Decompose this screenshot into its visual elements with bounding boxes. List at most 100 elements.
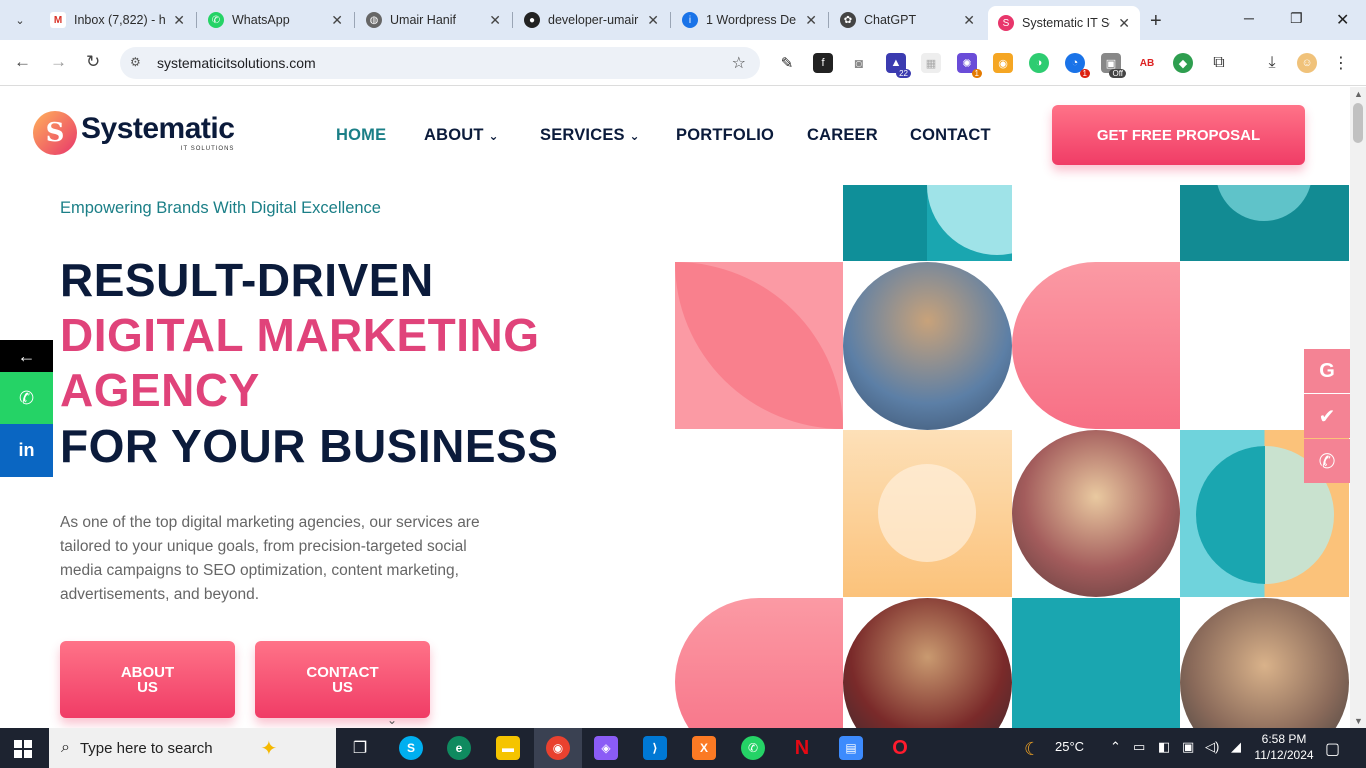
reload-icon[interactable]: ↻ [86, 52, 100, 72]
tab-github[interactable]: ● developer-umair ✕ [514, 6, 669, 34]
scrollbar-thumb[interactable] [1353, 103, 1363, 143]
web-page: S Systematic IT SOLUTIONS HOME ABOUT ⌄ S… [0, 87, 1350, 728]
tab-umair-hanif[interactable]: ◍ Umair Hanif ✕ [356, 6, 511, 34]
task-view-icon[interactable]: ❐ [348, 736, 372, 760]
grid-ext-icon[interactable]: ▦ [921, 53, 941, 73]
close-icon[interactable]: ✕ [331, 12, 343, 29]
vscode-icon[interactable]: ⟩ [643, 736, 667, 760]
tray-chevron-icon[interactable]: ⌃ [1110, 739, 1121, 755]
whatsapp-share-icon[interactable]: ✆ [0, 372, 53, 424]
close-icon[interactable]: ✕ [489, 12, 501, 29]
windows-start-icon[interactable] [14, 740, 32, 758]
off-ext-icon[interactable]: ▣ Off [1101, 53, 1126, 78]
new-tab-plus-icon[interactable]: + [1150, 10, 1162, 33]
red-badge-ext-icon[interactable]: ◔ 1 [1065, 53, 1090, 78]
photo-woman-tablet [1012, 430, 1180, 597]
download-icon[interactable]: ⤓ [1262, 53, 1282, 73]
restore-icon[interactable]: ❐ [1290, 10, 1303, 27]
close-icon[interactable]: ✕ [963, 12, 975, 29]
notifications-icon[interactable]: ▢ [1325, 739, 1340, 759]
site-settings-icon[interactable]: ⚙ [130, 55, 141, 69]
globe-icon: ◍ [366, 12, 382, 28]
tab-systematic[interactable]: S Systematic IT So ✕ [988, 6, 1140, 40]
camera-icon[interactable]: ◙ [849, 53, 869, 73]
taskbar-search[interactable]: ⌕ Type here to search ✦ [49, 728, 336, 768]
clock-date: 11/12/2024 [1254, 748, 1314, 762]
puzzle-extensions-icon[interactable]: ⧉ [1209, 53, 1229, 73]
eyedropper-icon[interactable]: ✎ [777, 53, 797, 73]
whatsapp-app-icon[interactable]: ✆ [741, 736, 765, 760]
font-ext-icon[interactable]: f [813, 53, 833, 73]
nav-services[interactable]: SERVICES ⌄ [540, 126, 640, 145]
phone-icon[interactable]: ✆ [1304, 439, 1350, 483]
meet-icon[interactable]: ◧ [1158, 739, 1170, 755]
hero-tagline: Empowering Brands With Digital Excellenc… [60, 199, 381, 217]
kebab-menu-icon[interactable]: ⋮ [1331, 53, 1351, 73]
edge-icon[interactable]: e [447, 736, 471, 760]
page-scrollbar[interactable]: ▲ ▼ [1350, 87, 1366, 728]
url-text[interactable]: systematicitsolutions.com [157, 55, 316, 71]
scroll-down-chevron-icon[interactable]: ⌄ [387, 713, 397, 727]
close-icon[interactable]: ✕ [1118, 15, 1130, 32]
nav-career[interactable]: CAREER [807, 126, 878, 145]
google-review-icon[interactable]: G [1304, 349, 1350, 393]
clipboard-check-icon[interactable]: ✔ [1304, 394, 1350, 438]
skype-icon[interactable]: S [399, 736, 423, 760]
battery-icon[interactable]: ▭ [1133, 739, 1145, 755]
weather-temp[interactable]: 25°C [1055, 739, 1084, 754]
bookmark-star-icon[interactable]: ☆ [732, 53, 746, 73]
spark-ext-icon[interactable]: ✺ 1 [957, 53, 982, 78]
close-icon[interactable]: ✕ [173, 12, 185, 29]
nav-portfolio[interactable]: PORTFOLIO [676, 126, 774, 145]
tab-search-chevron-icon[interactable]: ⌄ [8, 8, 32, 32]
nav-contact[interactable]: CONTACT [910, 126, 991, 145]
sparkle-icon: ✦ [260, 737, 278, 760]
scroll-down-icon[interactable]: ▼ [1354, 716, 1363, 726]
tab-whatsapp[interactable]: ✆ WhatsApp ✕ [198, 6, 353, 34]
file-explorer-icon[interactable]: ▬ [496, 736, 520, 760]
site-logo[interactable]: S Systematic IT SOLUTIONS [33, 111, 235, 155]
mosaic-orange-circle-tile [843, 430, 1012, 597]
security-icon[interactable]: ▣ [1182, 739, 1194, 755]
scroll-up-icon[interactable]: ▲ [1354, 89, 1363, 99]
nav-about[interactable]: ABOUT ⌄ [424, 126, 499, 145]
xampp-icon[interactable]: X [692, 736, 716, 760]
copilot-icon[interactable]: ◈ [594, 736, 618, 760]
minimize-icon[interactable]: ─ [1244, 10, 1254, 26]
eye-ext-icon[interactable]: ◑ [1029, 53, 1049, 73]
opera-icon[interactable]: O [888, 736, 912, 760]
collapse-arrow-icon[interactable]: ← [0, 340, 53, 372]
linkedin-share-icon[interactable]: in [0, 424, 53, 477]
tab-wordpress[interactable]: i 1 Wordpress De ✕ [672, 6, 827, 34]
wifi-icon[interactable]: ◢ [1231, 739, 1241, 755]
address-bar[interactable]: ⚙ systematicitsolutions.com ☆ [120, 47, 760, 79]
forward-arrow-icon[interactable]: → [50, 52, 67, 72]
get-free-proposal-button[interactable]: GET FREE PROPOSAL [1052, 105, 1305, 165]
tab-chatgpt[interactable]: ✿ ChatGPT ✕ [830, 6, 985, 34]
store-icon[interactable]: ▤ [839, 736, 863, 760]
about-us-label: ABOUT US [120, 663, 175, 696]
contact-us-button[interactable]: CONTACT US [255, 641, 430, 718]
about-us-button[interactable]: ABOUT US [60, 641, 235, 718]
nav-home[interactable]: HOME [336, 126, 386, 145]
adblock-ext-icon[interactable]: AB [1137, 53, 1157, 73]
chevron-down-icon: ⌄ [488, 129, 499, 143]
close-icon[interactable]: ✕ [805, 12, 817, 29]
tab-gmail[interactable]: M Inbox (7,822) - h ✕ [40, 6, 195, 34]
clock[interactable]: 6:58 PM 11/12/2024 [1252, 731, 1316, 763]
chrome-icon[interactable]: ◉ [546, 736, 570, 760]
mosaic-pink-half-circle [675, 598, 843, 728]
netflix-icon[interactable]: N [790, 736, 814, 760]
volume-icon[interactable]: ◁) [1205, 739, 1219, 755]
profile-avatar-icon[interactable]: ☺ [1297, 53, 1317, 73]
close-icon[interactable]: ✕ [647, 12, 659, 29]
nav-services-label: SERVICES [540, 126, 625, 144]
box-ext-icon[interactable]: ◉ [993, 53, 1013, 73]
green-ext-icon[interactable]: ◆ [1173, 53, 1193, 73]
window-close-icon[interactable]: ✕ [1336, 10, 1349, 30]
extension-badge: Off [1109, 69, 1126, 78]
weather-icon[interactable]: ☾ [1024, 739, 1040, 760]
back-arrow-icon[interactable]: ← [14, 52, 31, 72]
ext-22-icon[interactable]: ▲ 22 [886, 53, 911, 78]
clock-time: 6:58 PM [1261, 732, 1307, 746]
